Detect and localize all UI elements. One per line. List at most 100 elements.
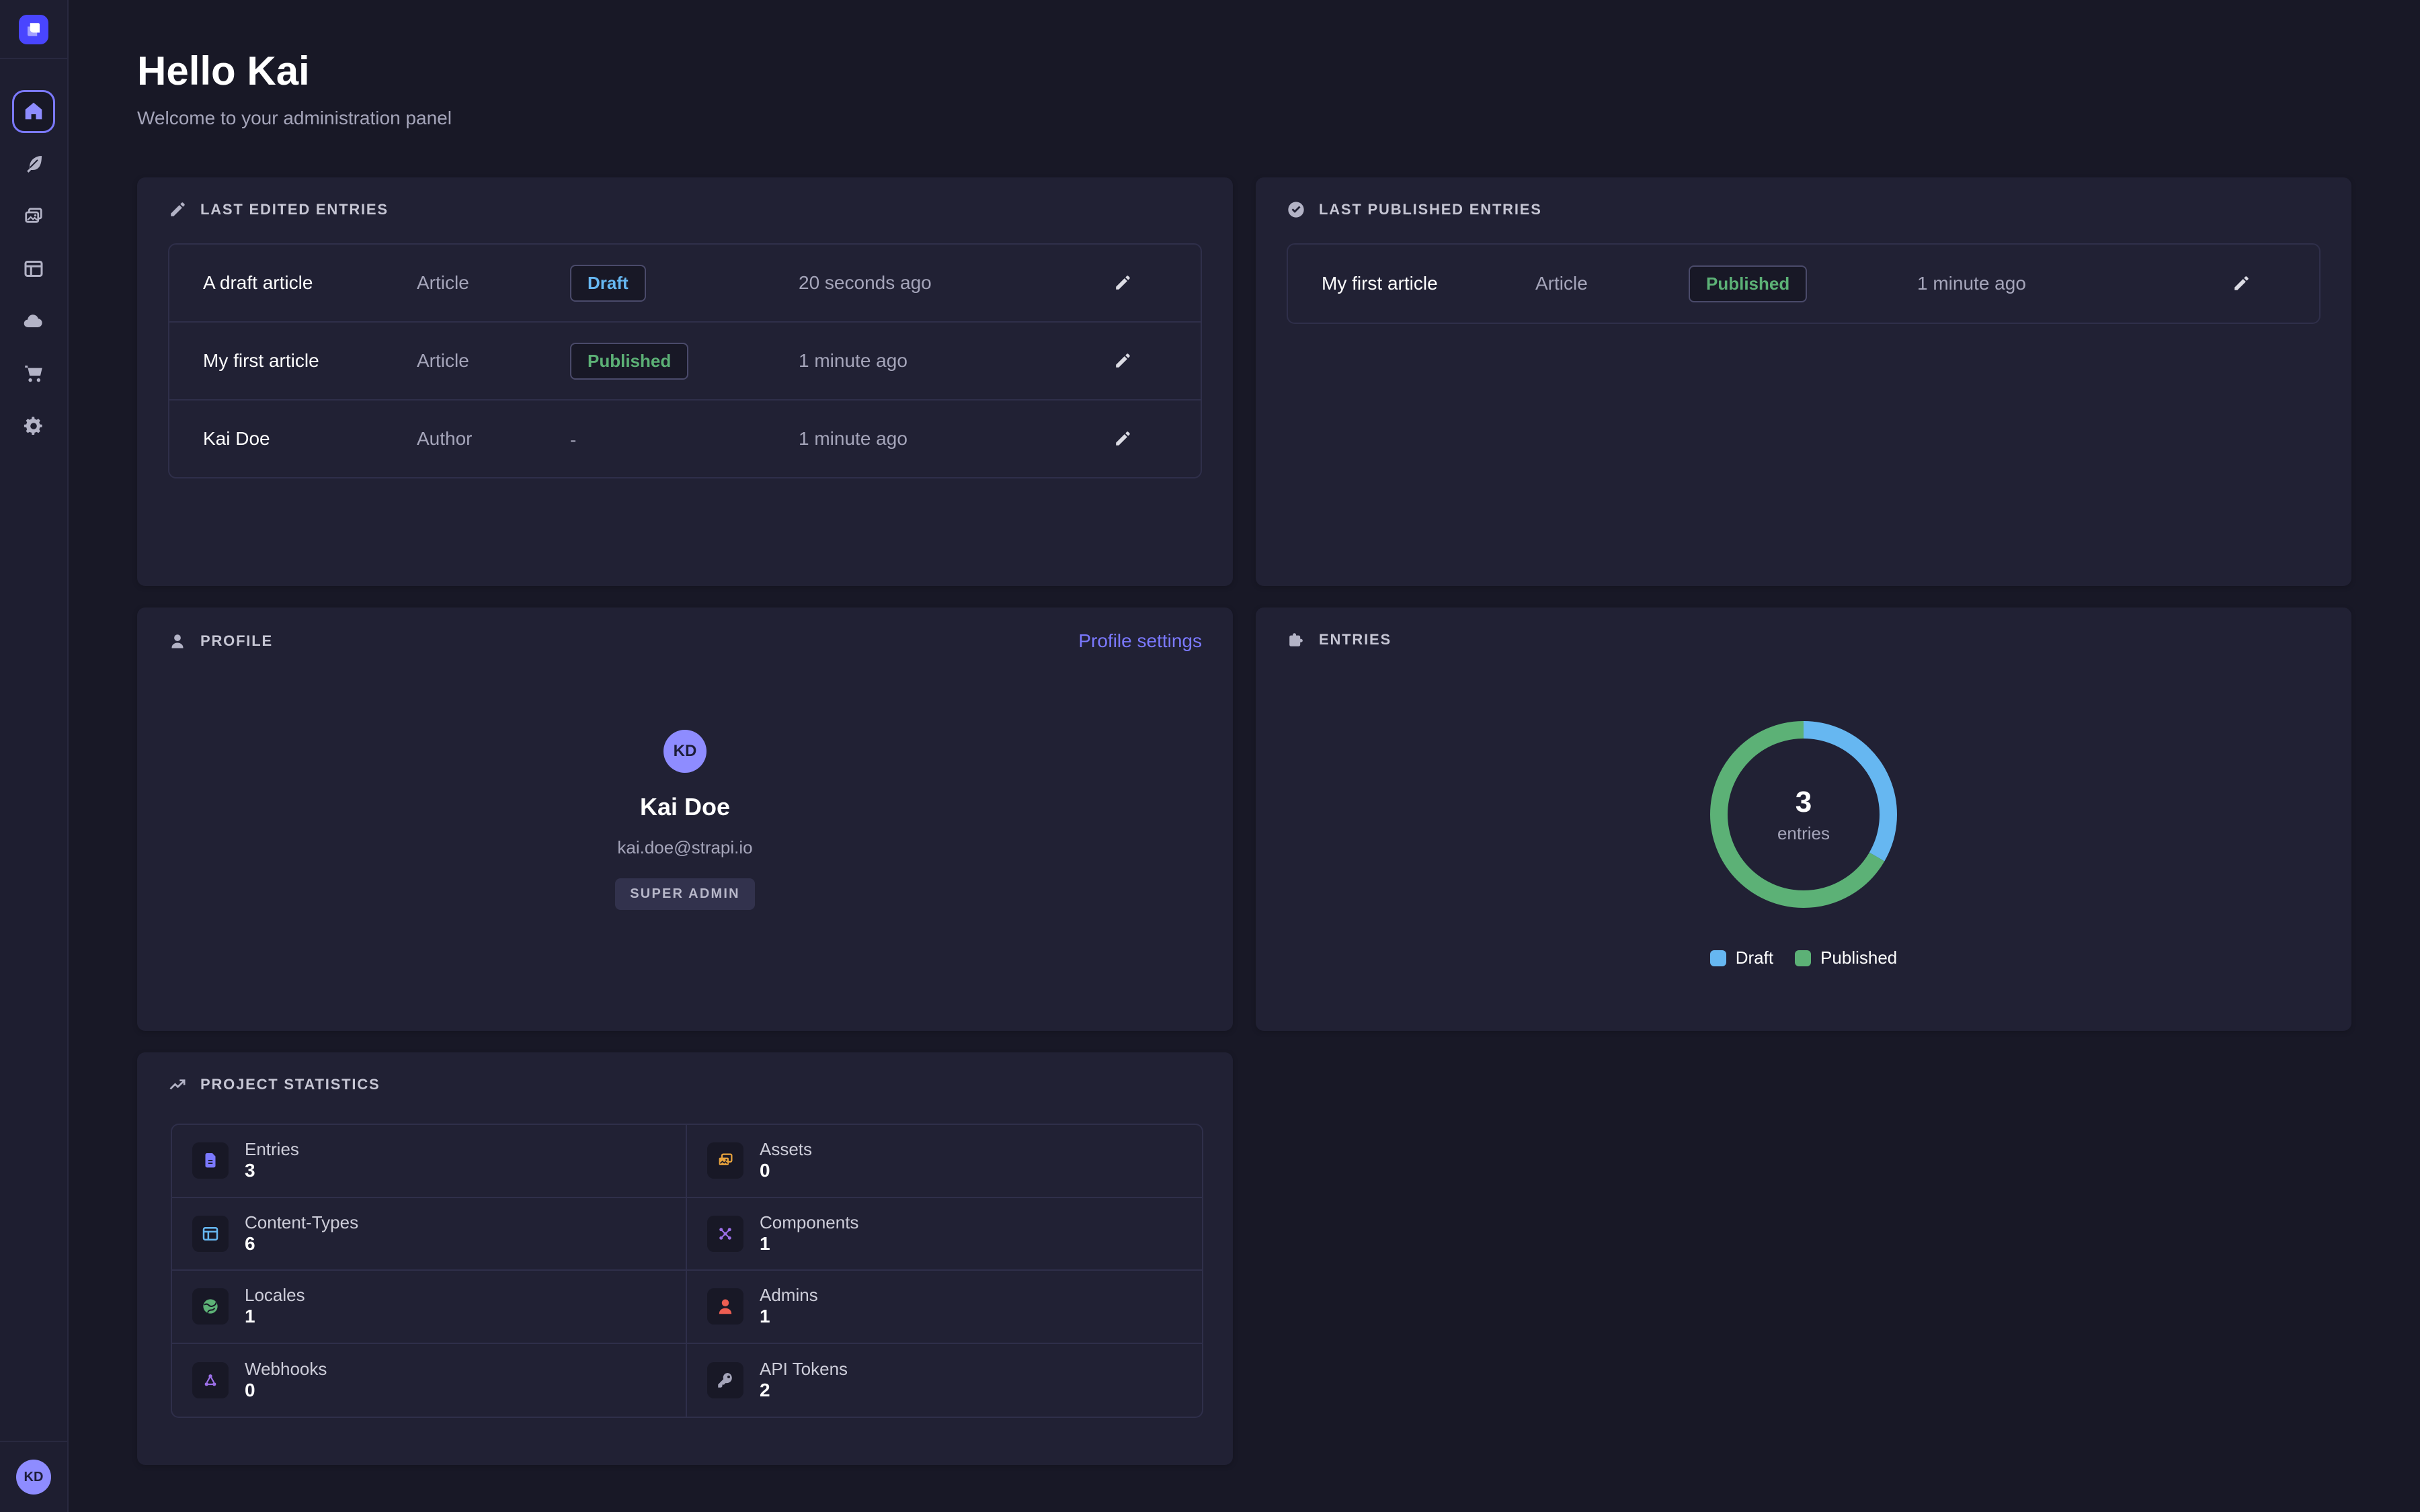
sidebar-nav xyxy=(12,90,55,448)
edit-entry-button[interactable] xyxy=(1108,268,1137,298)
entry-title: My first article xyxy=(1322,273,1535,294)
last-published-table: My first article Article Published 1 min… xyxy=(1287,243,2321,324)
gear-icon xyxy=(22,414,46,438)
donut-center-value: 3 xyxy=(1796,786,1812,819)
last-edited-table: A draft article Article Draft 20 seconds… xyxy=(168,243,1202,478)
sidebar-item-cloud[interactable] xyxy=(12,300,55,343)
stat-api-tokens: API Tokens2 xyxy=(687,1344,1202,1417)
table-row: A draft article Article Draft 20 seconds… xyxy=(169,245,1201,321)
legend-label: Published xyxy=(1820,948,1897,968)
status-badge: Published xyxy=(1689,265,1807,302)
page-subtitle: Welcome to your administration panel xyxy=(137,105,2420,132)
feather-icon xyxy=(22,152,46,176)
statistics-grid: Entries3 Assets0 Content-Types6 Componen… xyxy=(171,1124,1203,1418)
donut-center-label: entries xyxy=(1777,823,1830,844)
stat-locales: Locales1 xyxy=(172,1271,687,1344)
stat-label: Entries xyxy=(245,1139,299,1159)
card-header: ENTRIES xyxy=(1256,607,2351,649)
legend-label: Draft xyxy=(1736,948,1773,968)
entry-time: 1 minute ago xyxy=(799,350,1108,372)
profile-settings-link[interactable]: Profile settings xyxy=(1078,630,1202,652)
profile-name: Kai Doe xyxy=(640,793,730,821)
table-row: My first article Article Published 1 min… xyxy=(169,321,1201,399)
edit-entry-button[interactable] xyxy=(1108,346,1137,376)
dashboard-grid: LAST EDITED ENTRIES A draft article Arti… xyxy=(137,177,2420,1465)
stat-label: Webhooks xyxy=(245,1359,327,1379)
stat-label: Locales xyxy=(245,1285,305,1305)
card-header: PROFILE Profile settings xyxy=(137,607,1233,652)
sidebar-item-media-library[interactable] xyxy=(12,195,55,238)
status-badge: Published xyxy=(570,343,688,380)
profile-card: PROFILE Profile settings KD Kai Doe kai.… xyxy=(137,607,1233,1031)
sidebar-item-settings[interactable] xyxy=(12,405,55,448)
entry-kind: Author xyxy=(417,428,570,450)
card-header: PROJECT STATISTICS xyxy=(137,1052,1233,1094)
legend-chip-draft xyxy=(1710,950,1726,966)
pencil-icon xyxy=(1113,351,1132,370)
stat-value: 2 xyxy=(760,1379,848,1402)
strapi-logo[interactable] xyxy=(19,15,48,44)
card-title: LAST PUBLISHED ENTRIES xyxy=(1319,201,1542,218)
page-title: Hello Kai xyxy=(137,48,2420,94)
stat-value: 1 xyxy=(245,1305,305,1328)
cloud-icon xyxy=(22,309,46,333)
last-published-entries-card: LAST PUBLISHED ENTRIES My first article … xyxy=(1256,177,2351,586)
entries-donut-chart: 3 entries Draft Published xyxy=(1256,714,2351,968)
pencil-icon xyxy=(168,200,187,219)
table-row: Kai Doe Author - 1 minute ago xyxy=(169,399,1201,477)
status-badge: Draft xyxy=(570,265,646,302)
chart-legend: Draft Published xyxy=(1710,948,1898,968)
person-icon xyxy=(168,632,187,650)
entry-kind: Article xyxy=(1535,273,1689,294)
stat-content-types: Content-Types6 xyxy=(172,1198,687,1271)
card-title: PROJECT STATISTICS xyxy=(200,1076,380,1093)
profile-role-badge: SUPER ADMIN xyxy=(615,878,754,910)
project-statistics-card: PROJECT STATISTICS Entries3 Assets0 Cont… xyxy=(137,1052,1233,1465)
pictures-icon xyxy=(715,1150,735,1171)
stat-value: 1 xyxy=(760,1232,858,1255)
components-icon xyxy=(715,1224,735,1244)
stat-label: API Tokens xyxy=(760,1359,848,1379)
strapi-admin-dashboard: KD Hello Kai Welcome to your administrat… xyxy=(0,0,2420,1512)
legend-item-published: Published xyxy=(1795,948,1897,968)
card-header: LAST PUBLISHED ENTRIES xyxy=(1256,177,2351,219)
entries-chart-card: ENTRIES 3 entries xyxy=(1256,607,2351,1031)
empty-grid-slot xyxy=(1256,1052,2351,1465)
profile-body: KD Kai Doe kai.doe@strapi.io SUPER ADMIN xyxy=(137,730,1233,910)
card-title: LAST EDITED ENTRIES xyxy=(200,201,389,218)
sidebar-divider-bottom xyxy=(0,1441,67,1442)
sidebar-item-marketplace[interactable] xyxy=(12,352,55,395)
legend-item-draft: Draft xyxy=(1710,948,1773,968)
entry-kind: Article xyxy=(417,350,570,372)
globe-icon xyxy=(200,1296,220,1316)
strapi-logo-icon xyxy=(22,17,46,42)
pictures-icon xyxy=(22,204,46,228)
check-circle-icon xyxy=(1287,200,1305,219)
stat-assets: Assets0 xyxy=(687,1125,1202,1198)
entry-title: A draft article xyxy=(203,272,417,294)
layout-icon xyxy=(22,257,46,281)
main-content: Hello Kai Welcome to your administration… xyxy=(69,0,2420,1512)
stat-admins: Admins1 xyxy=(687,1271,1202,1344)
edit-entry-button[interactable] xyxy=(2226,269,2256,298)
sidebar-item-content-manager[interactable] xyxy=(12,142,55,185)
entry-title: Kai Doe xyxy=(203,428,417,450)
webhook-icon xyxy=(200,1370,220,1390)
sidebar-item-home[interactable] xyxy=(12,90,55,133)
stat-label: Assets xyxy=(760,1139,812,1159)
pencil-icon xyxy=(2232,274,2251,293)
stat-components: Components1 xyxy=(687,1198,1202,1271)
sidebar-divider-top xyxy=(0,58,67,59)
stat-value: 6 xyxy=(245,1232,358,1255)
cart-icon xyxy=(22,362,46,386)
stat-label: Components xyxy=(760,1212,858,1232)
sidebar-item-content-type-builder[interactable] xyxy=(12,247,55,290)
entry-kind: Article xyxy=(417,272,570,294)
user-avatar[interactable]: KD xyxy=(16,1460,51,1495)
sidebar-footer: KD xyxy=(0,1441,67,1512)
edit-entry-button[interactable] xyxy=(1108,424,1137,454)
status-none: - xyxy=(570,429,576,450)
stat-label: Content-Types xyxy=(245,1212,358,1232)
puzzle-icon xyxy=(1287,630,1305,649)
last-edited-entries-card: LAST EDITED ENTRIES A draft article Arti… xyxy=(137,177,1233,586)
